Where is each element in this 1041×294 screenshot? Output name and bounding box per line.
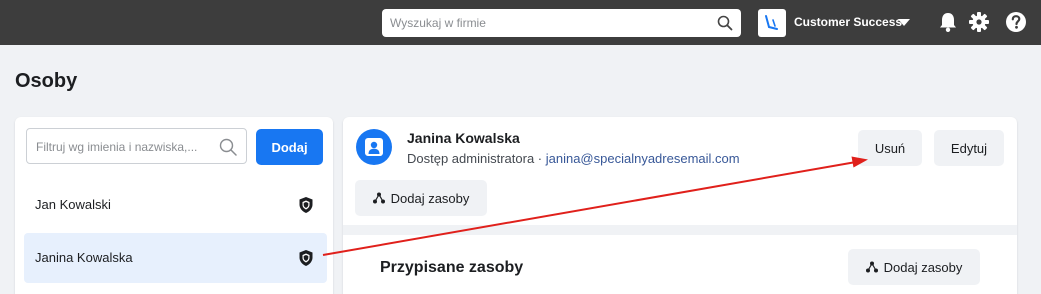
- business-name[interactable]: Customer Success: [794, 15, 902, 29]
- section-divider: [343, 225, 1017, 235]
- shield-icon: [299, 197, 313, 213]
- business-logo-icon[interactable]: [758, 9, 786, 37]
- person-name-heading: Janina Kowalska: [407, 130, 520, 146]
- person-badge-icon: [365, 138, 383, 156]
- add-person-button[interactable]: Dodaj: [256, 129, 323, 165]
- top-bar: Customer Success: [0, 0, 1041, 45]
- add-assets-label: Dodaj zasoby: [390, 190, 470, 206]
- page-title: Osoby: [15, 70, 78, 92]
- people-filter-input[interactable]: [36, 138, 216, 156]
- shield-icon: [299, 250, 313, 266]
- assigned-add-assets-label: Dodaj zasoby: [883, 259, 963, 275]
- person-email[interactable]: janina@specialnyadresemail.com: [546, 151, 740, 166]
- caret-down-icon[interactable]: [898, 18, 910, 27]
- people-panel: Dodaj Jan Kowalski Janina Kowalska: [15, 117, 333, 294]
- person-subtitle: Dostęp administratora · janina@specialny…: [407, 151, 740, 166]
- person-name: Jan Kowalski: [35, 197, 111, 212]
- assets-icon: [372, 192, 385, 204]
- avatar: [356, 129, 392, 165]
- remove-button-label: Usuń: [874, 140, 906, 156]
- gear-icon[interactable]: [968, 11, 990, 33]
- add-assets-button[interactable]: Dodaj zasoby: [355, 180, 487, 216]
- person-item-jan-kowalski[interactable]: Jan Kowalski: [24, 180, 327, 230]
- assigned-add-assets-button[interactable]: Dodaj zasoby: [848, 249, 980, 285]
- access-level: Dostęp administratora: [407, 151, 535, 166]
- remove-button[interactable]: Usuń: [858, 130, 922, 166]
- bell-icon[interactable]: [937, 11, 959, 33]
- business-search[interactable]: [382, 9, 741, 37]
- people-filter[interactable]: [26, 128, 247, 164]
- edit-button-label: Edytuj: [950, 140, 988, 156]
- subtitle-separator: ·: [534, 151, 546, 166]
- person-item-janina-kowalska[interactable]: Janina Kowalska: [24, 233, 327, 283]
- help-icon[interactable]: [1005, 11, 1027, 33]
- search-icon[interactable]: [219, 138, 237, 156]
- person-details-panel: Janina Kowalska Dostęp administratora · …: [343, 117, 1017, 294]
- search-icon[interactable]: [717, 15, 733, 31]
- person-name: Janina Kowalska: [35, 250, 133, 265]
- business-search-input[interactable]: [390, 13, 710, 33]
- edit-button[interactable]: Edytuj: [934, 130, 1004, 166]
- assigned-assets-title: Przypisane zasoby: [380, 259, 524, 276]
- assets-icon: [865, 261, 878, 273]
